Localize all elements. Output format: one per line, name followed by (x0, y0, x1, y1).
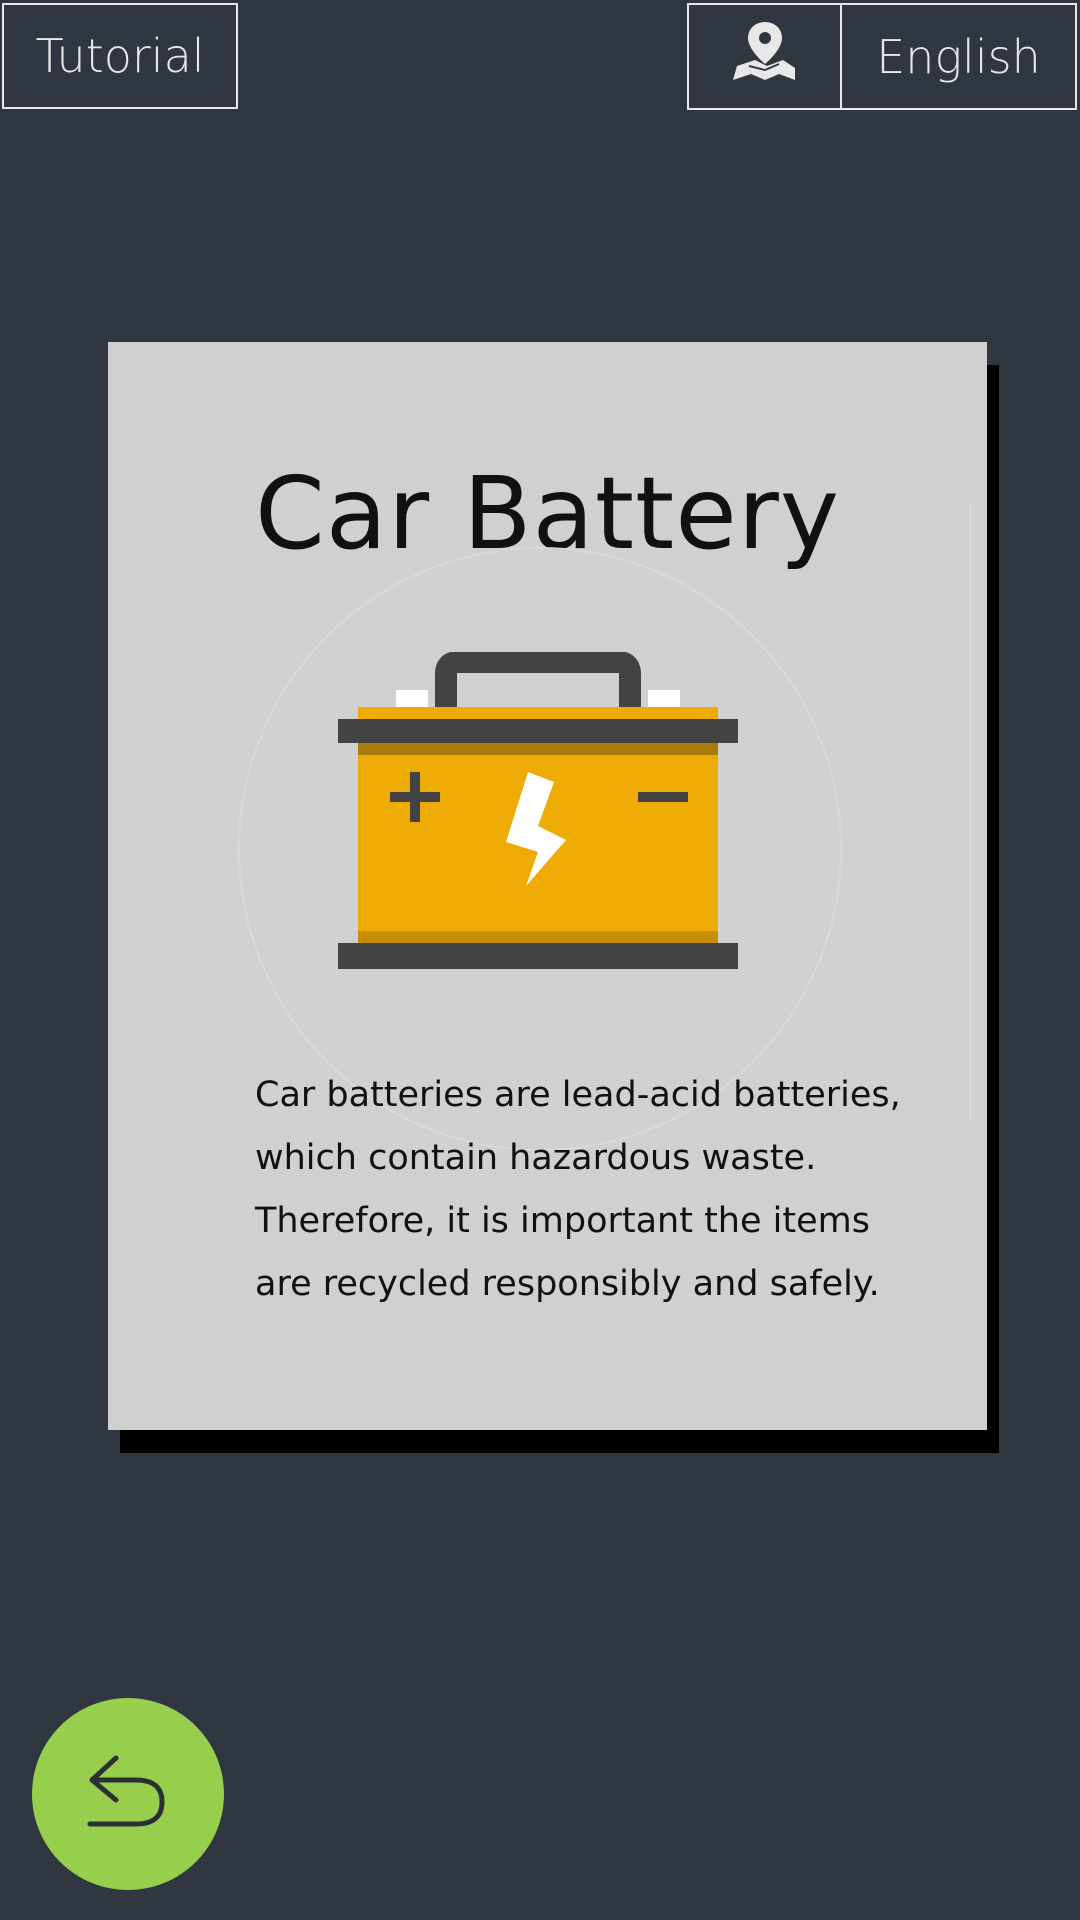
map-button[interactable] (687, 3, 842, 110)
car-battery-icon (338, 651, 738, 978)
divider (970, 502, 971, 1122)
map-pin-icon (727, 20, 803, 93)
tutorial-button[interactable]: Tutorial (2, 3, 238, 109)
info-card: Car Battery Car batteries are lead-acid … (108, 342, 987, 1430)
language-button[interactable]: English (840, 3, 1077, 110)
card-description: Car batteries are lead-acid batteries, w… (255, 1075, 901, 1304)
back-button[interactable] (32, 1698, 224, 1890)
back-arrow-icon (78, 1742, 178, 1846)
